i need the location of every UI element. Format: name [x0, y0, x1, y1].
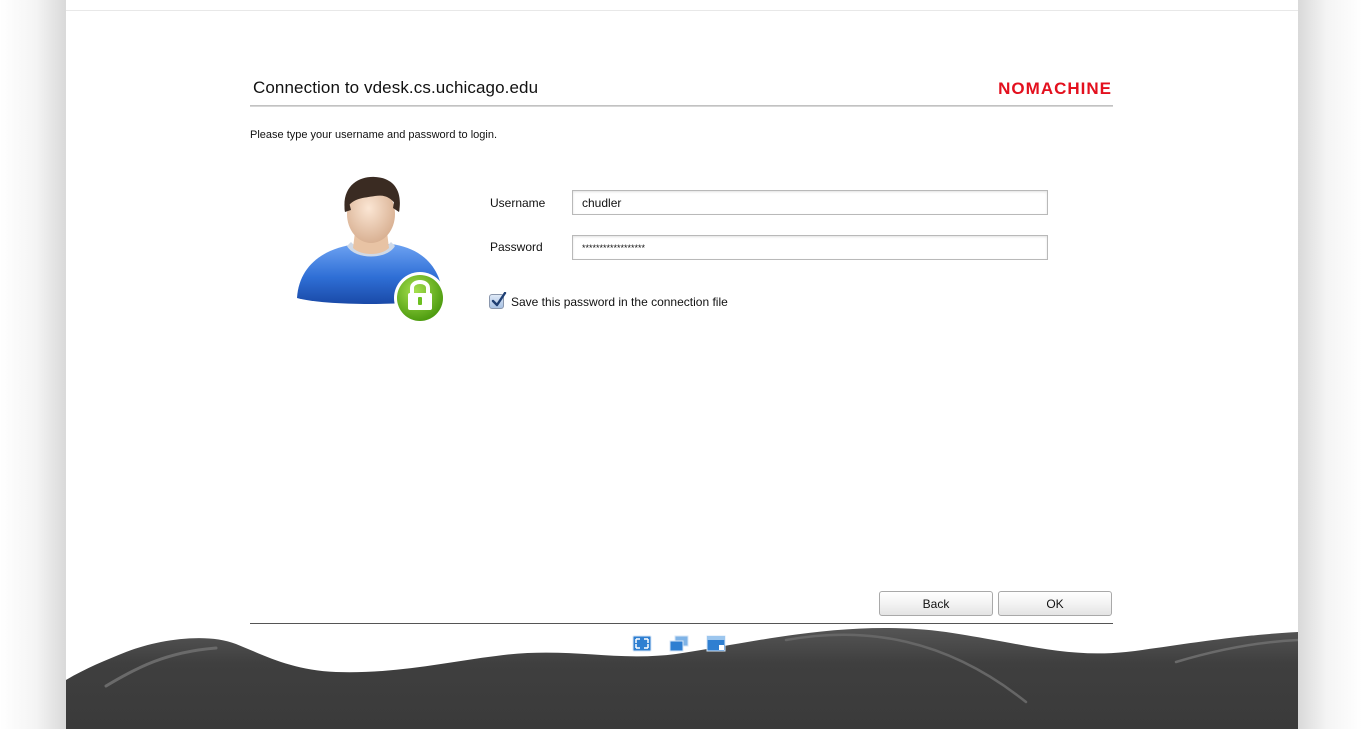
left-backdrop	[0, 0, 66, 729]
footer-divider	[250, 623, 1113, 624]
password-label: Password	[490, 240, 543, 254]
password-input[interactable]	[572, 235, 1048, 260]
title-divider	[250, 105, 1113, 107]
username-label: Username	[490, 196, 546, 210]
window-view-icon[interactable]	[706, 635, 726, 652]
save-password-checkbox[interactable]	[489, 292, 507, 309]
save-password-option[interactable]: Save this password in the connection fil…	[489, 292, 728, 309]
user-lock-avatar-icon	[297, 176, 446, 324]
login-instruction: Please type your username and password t…	[250, 129, 498, 141]
page-title: Connection to vdesk.cs.uchicago.edu	[253, 78, 539, 97]
username-input[interactable]	[572, 190, 1048, 215]
wave-decoration	[66, 627, 1298, 729]
right-backdrop	[1298, 0, 1362, 729]
window-top-border	[66, 10, 1298, 11]
floating-windows-view-icon[interactable]	[669, 635, 689, 652]
checkmark-icon	[491, 292, 507, 307]
screen: Connection to vdesk.cs.uchicago.edu NOMA…	[0, 0, 1362, 729]
nomachine-logo: NOMACHINE	[998, 79, 1112, 98]
save-password-label: Save this password in the connection fil…	[511, 294, 728, 309]
nomachine-window: Connection to vdesk.cs.uchicago.edu NOMA…	[66, 10, 1298, 729]
view-mode-toolbar	[632, 635, 726, 652]
fullscreen-view-icon[interactable]	[632, 635, 652, 652]
